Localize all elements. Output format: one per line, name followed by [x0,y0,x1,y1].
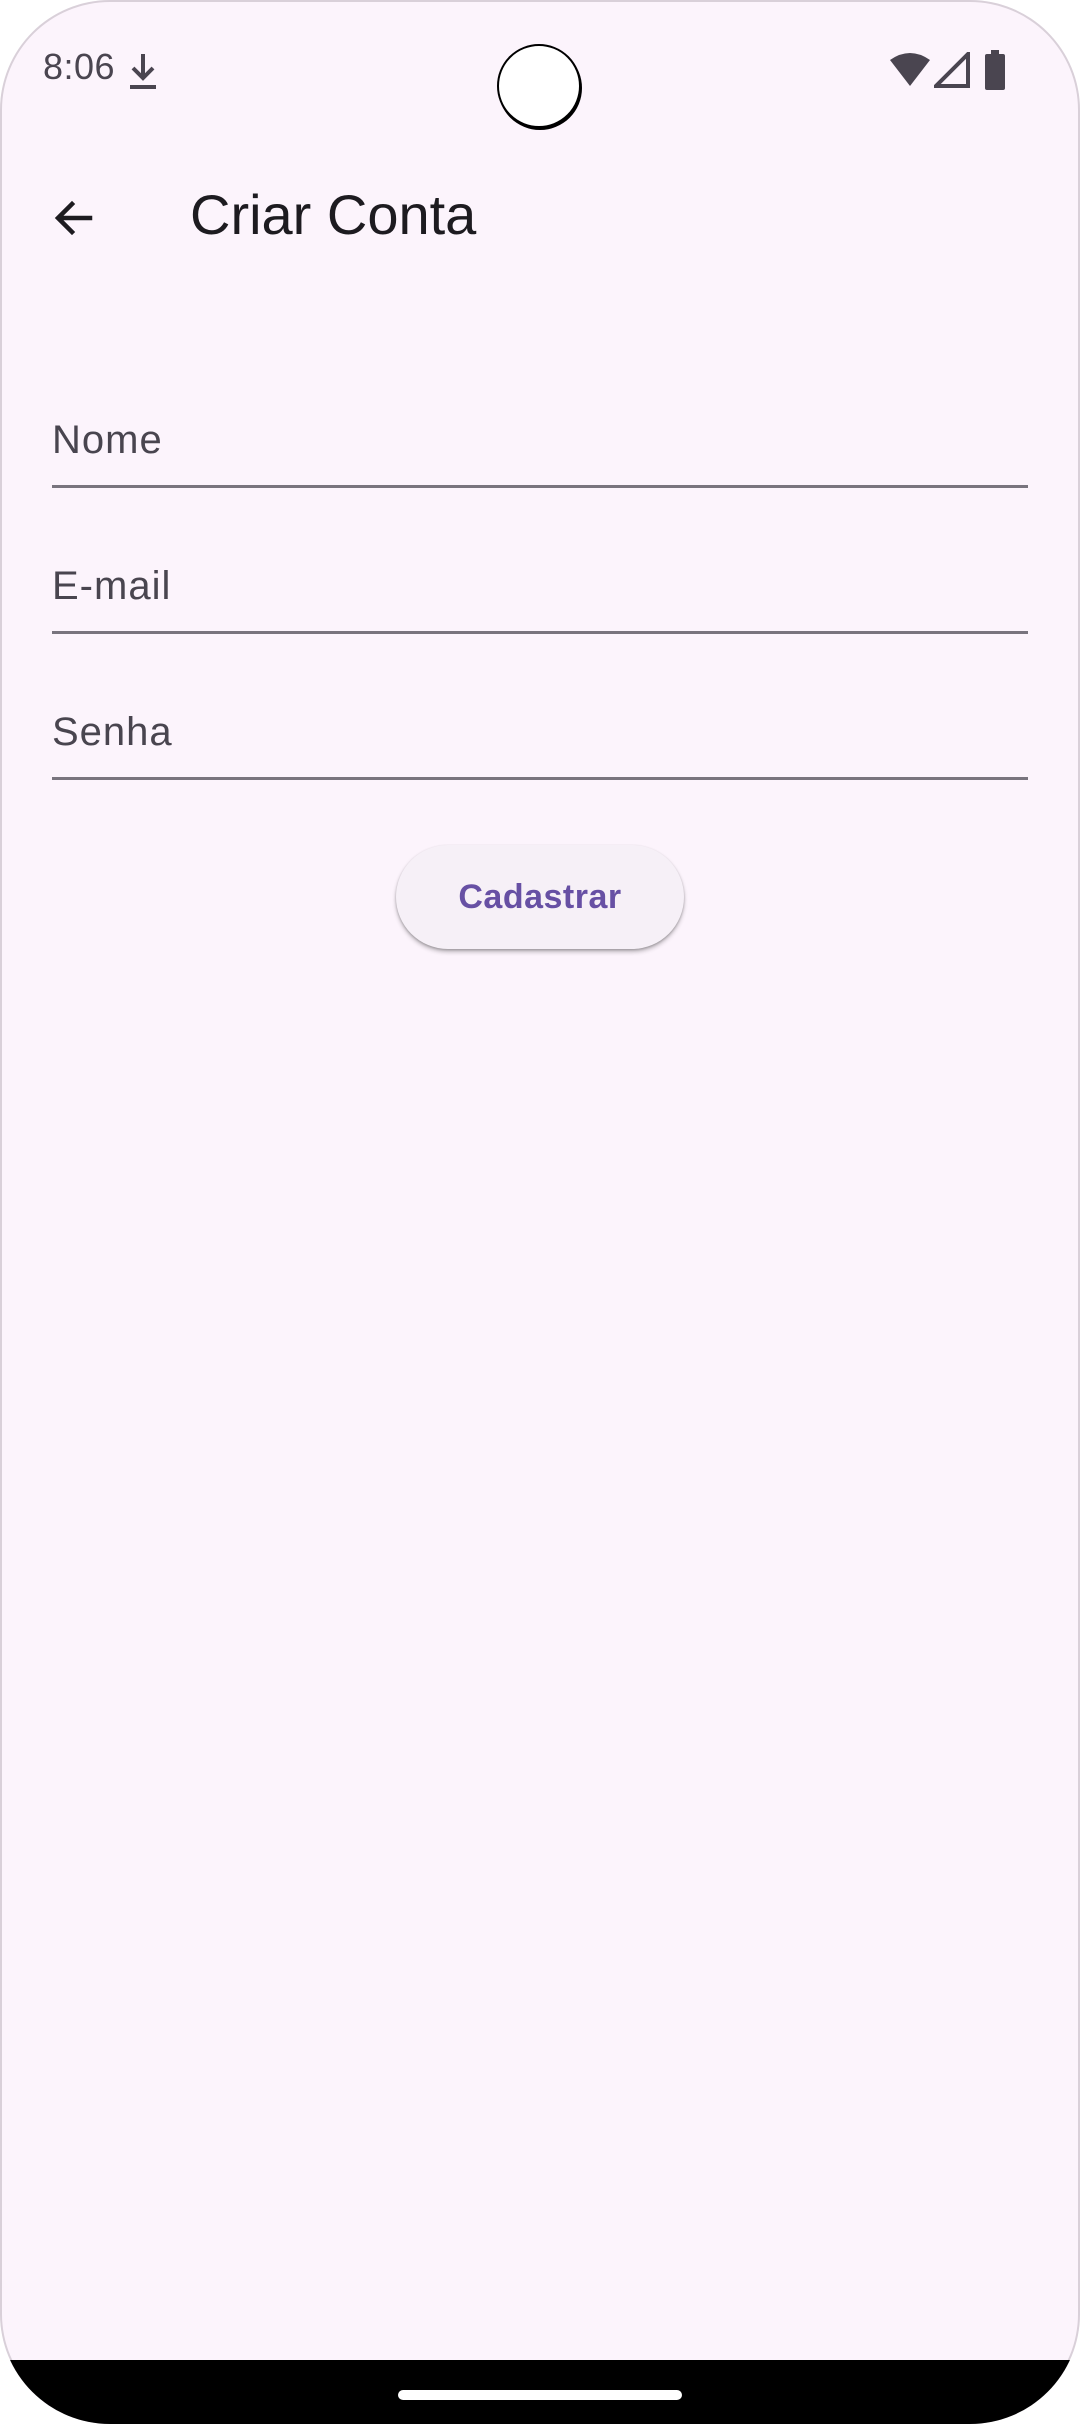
status-time: 8:06 [43,46,116,87]
home-indicator[interactable] [398,2390,682,2400]
password-field[interactable] [52,660,1028,780]
password-input[interactable] [52,660,1028,777]
navigation-bar [0,2360,1080,2424]
email-field[interactable] [52,514,1028,634]
arrow-back-icon [54,200,93,236]
status-bar: 8:06 [0,0,1080,140]
download-icon [130,54,156,89]
phone-screen: 8:06 Criar Conta Cad [0,0,1080,2424]
name-input[interactable] [52,368,1028,485]
battery-icon [985,50,1005,90]
camera-cutout [497,44,581,128]
email-input[interactable] [52,514,1028,631]
app-bar: Criar Conta [0,160,1080,270]
name-field[interactable] [52,368,1028,488]
register-button[interactable]: Cadastrar [396,845,684,949]
page-title: Criar Conta [190,183,477,246]
wifi-icon [890,53,930,86]
back-button[interactable] [30,174,118,262]
signal-icon [934,52,970,88]
